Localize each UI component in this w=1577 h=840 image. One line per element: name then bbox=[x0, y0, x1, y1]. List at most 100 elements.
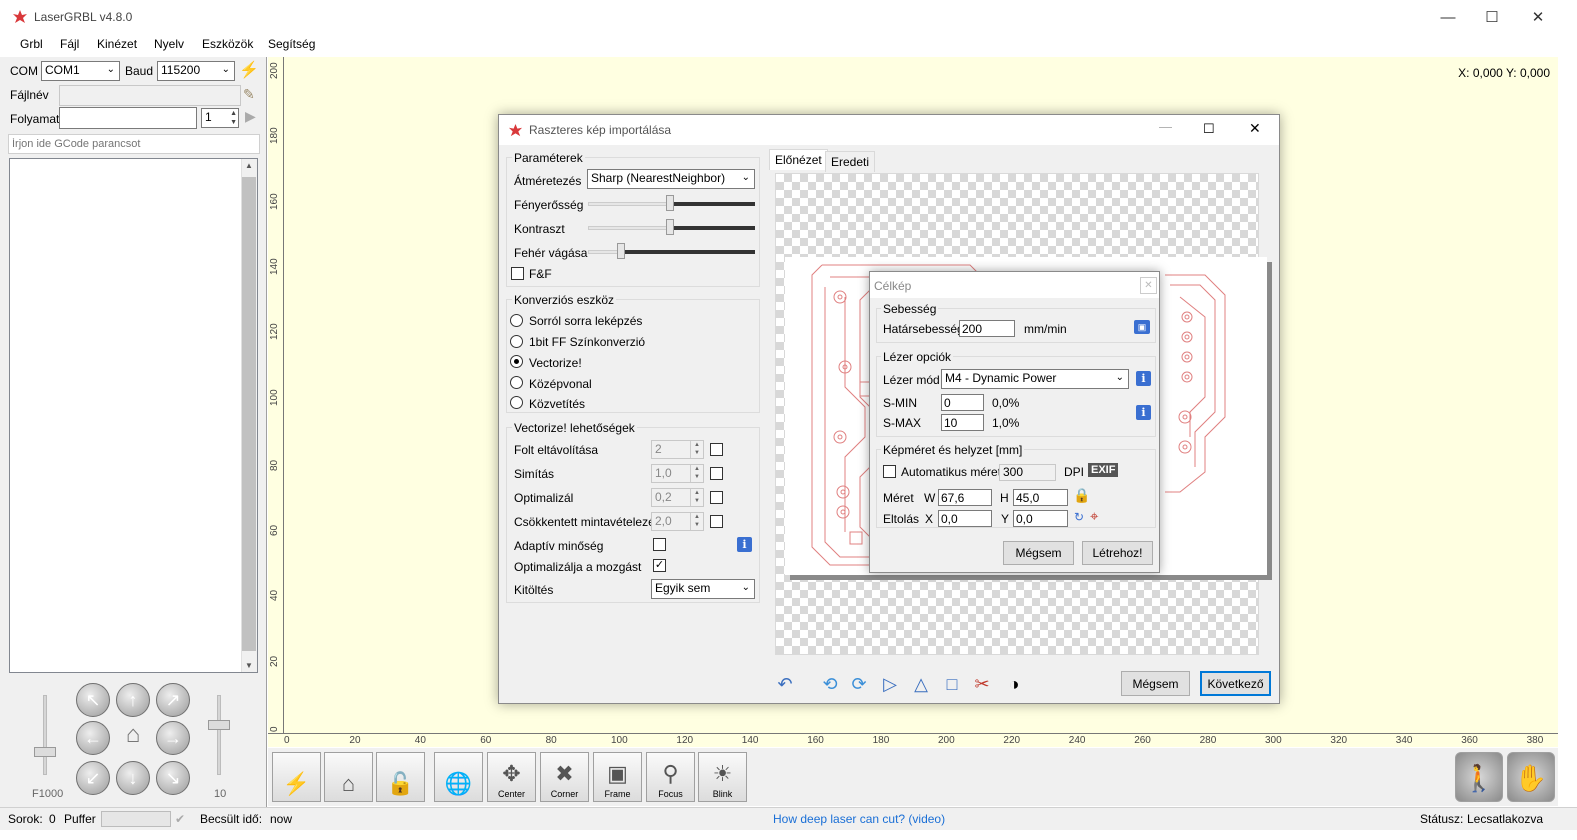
width-field[interactable]: 67,6 bbox=[938, 489, 992, 506]
tab-original[interactable]: Eredeti bbox=[825, 151, 876, 172]
walk-icon[interactable]: 🚶 bbox=[1455, 752, 1503, 802]
reset-button[interactable]: ⚡ bbox=[272, 752, 321, 802]
laser-mode-select[interactable]: M4 - Dynamic Power ⌄ bbox=[941, 369, 1129, 389]
cancel-button[interactable]: Mégsem bbox=[1003, 541, 1074, 565]
exif-button[interactable]: EXIF bbox=[1088, 463, 1119, 477]
jog-down-left-button[interactable]: ↙ bbox=[76, 761, 110, 795]
com-select[interactable]: COM1 ⌄ bbox=[41, 61, 120, 81]
close-button[interactable]: ✕ bbox=[1249, 120, 1261, 137]
frame-button[interactable]: ▣ Frame bbox=[593, 752, 642, 802]
jog-down-button[interactable]: ↓ bbox=[116, 761, 150, 795]
close-button[interactable]: ✕ bbox=[1140, 277, 1157, 294]
blink-button[interactable]: ☀ Blink bbox=[698, 752, 747, 802]
smoothing-field[interactable]: 1,0 ▲ ▼ bbox=[651, 464, 704, 483]
corner-button[interactable]: ✖ Corner bbox=[540, 752, 589, 802]
dpi-field[interactable]: 300 bbox=[999, 464, 1056, 481]
repeat-count-field[interactable]: 1 ▲ ▼ bbox=[201, 108, 239, 128]
jog-up-button[interactable]: ↑ bbox=[116, 683, 150, 717]
run-icon[interactable]: ▶ bbox=[245, 108, 256, 125]
video-link[interactable]: How deep laser can cut? (video) bbox=[773, 812, 945, 826]
minimize-button[interactable]: — bbox=[1159, 119, 1172, 134]
crop-icon[interactable]: □ bbox=[939, 671, 965, 697]
jog-right-button[interactable]: → bbox=[156, 721, 190, 755]
spot-removal-field[interactable]: 2 ▲ ▼ bbox=[651, 440, 704, 459]
book-icon[interactable]: ▣ bbox=[1134, 320, 1150, 334]
rotate-cw-icon[interactable]: ⟳ bbox=[846, 671, 872, 697]
radio-vectorize[interactable] bbox=[510, 355, 523, 368]
flip-vertical-icon[interactable]: △ bbox=[908, 671, 934, 697]
contrast-slider[interactable] bbox=[666, 219, 674, 235]
downsample-field[interactable]: 2,0 ▲ ▼ bbox=[651, 512, 704, 531]
step-slider-track[interactable] bbox=[217, 695, 221, 775]
jog-up-left-button[interactable]: ↖ bbox=[76, 683, 110, 717]
refresh-icon[interactable]: ↻ bbox=[1074, 510, 1084, 524]
console-scrollbar[interactable]: ▲ ▼ bbox=[241, 159, 257, 672]
lock-icon[interactable]: 🔒 bbox=[1073, 487, 1090, 504]
console-log[interactable]: ▲ ▼ bbox=[9, 158, 258, 673]
height-field[interactable]: 45,0 bbox=[1013, 489, 1068, 506]
open-file-icon[interactable]: ✎ bbox=[243, 86, 255, 103]
filename-field[interactable] bbox=[59, 85, 241, 106]
connect-icon[interactable]: ⚡ bbox=[239, 60, 259, 80]
jog-up-right-button[interactable]: ↗ bbox=[156, 683, 190, 717]
tab-preview[interactable]: Előnézet bbox=[769, 149, 828, 170]
menu-file[interactable]: Fájl bbox=[56, 37, 83, 51]
menu-language[interactable]: Nyelv bbox=[150, 37, 188, 51]
globe-button[interactable]: 🌐 bbox=[434, 752, 483, 802]
center-button[interactable]: ✥ Center bbox=[487, 752, 536, 802]
autotrim-icon[interactable]: ✂ bbox=[969, 671, 995, 697]
info-icon[interactable]: i bbox=[1136, 371, 1151, 386]
optimize-field[interactable]: 0,2 ▲ ▼ bbox=[651, 488, 704, 507]
baud-select[interactable]: 115200 ⌄ bbox=[157, 61, 235, 81]
speed-slider-thumb[interactable] bbox=[34, 747, 56, 757]
white-clip-slider[interactable] bbox=[617, 243, 625, 259]
smoothing-checkbox[interactable] bbox=[710, 467, 723, 480]
homing-button[interactable]: ⌂ bbox=[324, 752, 373, 802]
optimize-move-checkbox[interactable]: ✓ bbox=[653, 559, 666, 572]
gcode-input[interactable] bbox=[8, 134, 260, 154]
stop-hand-icon[interactable]: ✋ bbox=[1507, 752, 1555, 802]
jog-left-button[interactable]: ← bbox=[76, 721, 110, 755]
flip-horizontal-icon[interactable]: ▷ bbox=[877, 671, 903, 697]
fill-select[interactable]: Egyik sem ⌄ bbox=[651, 579, 755, 599]
smax-field[interactable]: 10 bbox=[941, 414, 984, 431]
optimize-checkbox[interactable] bbox=[710, 491, 723, 504]
jog-down-right-button[interactable]: ↘ bbox=[156, 761, 190, 795]
adaptive-checkbox[interactable] bbox=[653, 538, 666, 551]
cancel-button[interactable]: Mégsem bbox=[1121, 671, 1190, 696]
next-button[interactable]: Következő bbox=[1200, 671, 1271, 696]
center-target-icon[interactable]: ⌖ bbox=[1090, 508, 1098, 525]
invert-icon[interactable]: ◑ bbox=[1001, 671, 1027, 697]
radio-centerline[interactable] bbox=[510, 376, 523, 389]
rotate-back-icon[interactable]: ↶ bbox=[772, 671, 798, 697]
focus-button[interactable]: ⚲ Focus bbox=[646, 752, 695, 802]
rotate-ccw-icon[interactable]: ⟲ bbox=[817, 671, 843, 697]
home-icon[interactable]: ⌂ bbox=[116, 721, 150, 755]
radio-1bit-dither[interactable] bbox=[510, 335, 523, 348]
speed-slider-track[interactable] bbox=[43, 695, 47, 775]
resize-select[interactable]: Sharp (NearestNeighbor) ⌄ bbox=[587, 169, 755, 189]
menu-grbl[interactable]: Grbl bbox=[16, 37, 47, 51]
radio-line-to-line[interactable] bbox=[510, 314, 523, 327]
auto-size-checkbox[interactable] bbox=[883, 465, 896, 478]
info-icon[interactable]: i bbox=[737, 537, 752, 552]
offset-y-field[interactable]: 0,0 bbox=[1013, 510, 1068, 527]
maximize-button[interactable]: ☐ bbox=[1469, 0, 1515, 34]
ff-checkbox[interactable] bbox=[511, 267, 524, 280]
smin-field[interactable]: 0 bbox=[941, 394, 984, 411]
radio-passthrough[interactable] bbox=[510, 396, 523, 409]
close-button[interactable]: ✕ bbox=[1515, 0, 1561, 34]
menu-view[interactable]: Kinézet bbox=[93, 37, 141, 51]
create-button[interactable]: Létrehoz! bbox=[1082, 541, 1153, 565]
step-slider-thumb[interactable] bbox=[208, 720, 230, 730]
brightness-slider[interactable] bbox=[666, 195, 674, 211]
offset-x-field[interactable]: 0,0 bbox=[938, 510, 992, 527]
menu-help[interactable]: Segítség bbox=[264, 37, 319, 51]
menu-tools[interactable]: Eszközök bbox=[198, 37, 257, 51]
unlock-button[interactable]: 🔓 bbox=[376, 752, 425, 802]
maximize-button[interactable]: ☐ bbox=[1203, 121, 1215, 137]
downsample-checkbox[interactable] bbox=[710, 515, 723, 528]
border-speed-field[interactable]: 200 bbox=[959, 320, 1015, 337]
minimize-button[interactable]: — bbox=[1425, 0, 1471, 34]
info-icon[interactable]: i bbox=[1136, 405, 1151, 420]
